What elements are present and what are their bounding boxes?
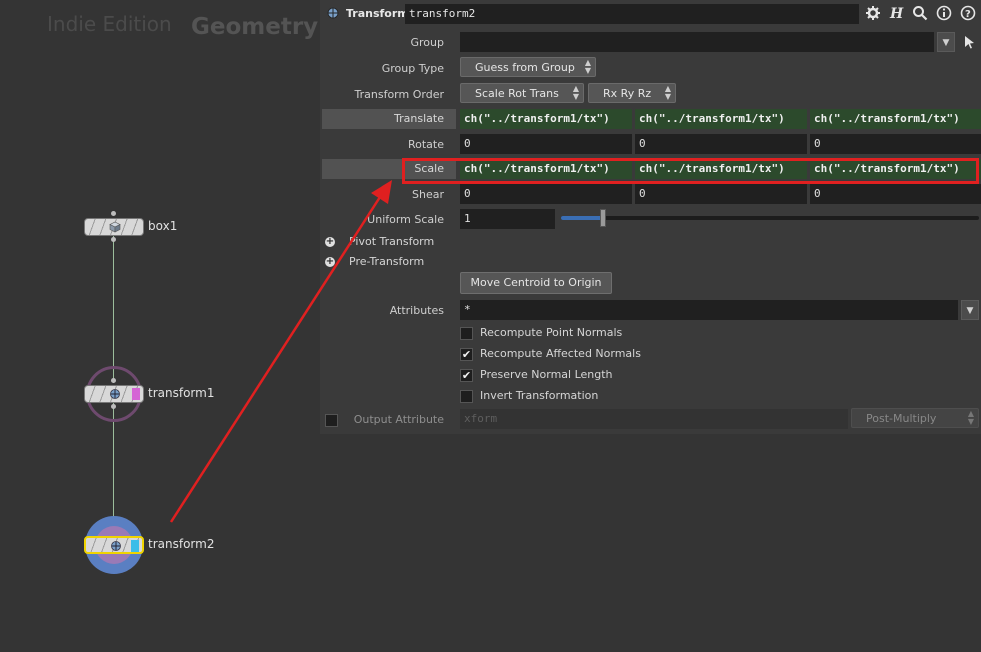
group-label: Group xyxy=(410,36,445,49)
translate-x-field[interactable]: ch("../transform1/tx") xyxy=(460,109,632,129)
output-attribute-label: Output Attribute xyxy=(353,413,444,426)
expand-plus-icon[interactable]: + xyxy=(325,257,335,267)
wire-box1-transform1 xyxy=(113,233,114,383)
node-name-field[interactable]: transform2 xyxy=(405,4,859,24)
recompute-affected-normals-label: Recompute Affected Normals xyxy=(480,347,641,360)
houdini-window: Indie Edition Geometry box1 transform1 t… xyxy=(0,0,981,652)
node-label-transform2: transform2 xyxy=(148,537,215,551)
transform-order-label: Transform Order xyxy=(354,88,444,101)
node-transform2[interactable] xyxy=(84,536,144,554)
gear-icon[interactable] xyxy=(865,5,881,21)
rotate-y-field[interactable]: 0 xyxy=(635,134,807,154)
uniform-scale-slider[interactable] xyxy=(561,209,979,227)
shear-y-field[interactable]: 0 xyxy=(635,184,807,204)
node-box1[interactable] xyxy=(84,218,144,236)
translate-y-field[interactable]: ch("../transform1/tx") xyxy=(635,109,807,129)
output-attribute-field[interactable]: xform xyxy=(460,409,848,429)
slider-fill xyxy=(561,216,603,220)
group-type-value: Guess from Group xyxy=(475,61,575,74)
help-h-icon[interactable]: H xyxy=(888,5,904,21)
output-connector[interactable] xyxy=(111,404,116,409)
invert-transformation-checkbox[interactable] xyxy=(460,390,473,403)
group-field[interactable] xyxy=(460,32,934,52)
updown-arrow-icon: ▲ ▼ xyxy=(664,84,671,101)
rotate-label: Rotate xyxy=(407,138,444,151)
attributes-menu-button[interactable]: ▼ xyxy=(961,300,979,320)
transform-icon xyxy=(327,7,339,19)
input-connector[interactable] xyxy=(111,378,116,383)
shear-x-field[interactable]: 0 xyxy=(460,184,632,204)
translate-z-field[interactable]: ch("../transform1/tx") xyxy=(810,109,981,129)
multiply-order-menu[interactable]: Post-Multiply ▲ ▼ xyxy=(851,408,979,428)
group-menu-button[interactable]: ▼ xyxy=(937,32,955,52)
recompute-point-normals-checkbox[interactable] xyxy=(460,327,473,340)
multiply-order-value: Post-Multiply xyxy=(866,412,937,425)
slider-handle[interactable] xyxy=(599,209,606,227)
parameter-header: Transform transform2 H ? xyxy=(320,0,981,28)
updown-arrow-icon: ▲ ▼ xyxy=(584,58,591,75)
translate-label: Translate xyxy=(322,109,456,129)
network-editor[interactable]: Indie Edition Geometry box1 transform1 t… xyxy=(0,0,320,652)
updown-arrow-icon: ▲ ▼ xyxy=(572,84,579,101)
annotation-highlight-box xyxy=(402,158,979,184)
transform-icon xyxy=(111,541,121,551)
node-label-transform1: transform1 xyxy=(148,386,215,400)
rotate-x-field[interactable]: 0 xyxy=(460,134,632,154)
node-label-box1: box1 xyxy=(148,219,178,233)
transform-order-menu[interactable]: Scale Rot Trans ▲ ▼ xyxy=(460,83,584,103)
preserve-normal-length-label: Preserve Normal Length xyxy=(480,368,613,381)
rotate-z-field[interactable]: 0 xyxy=(810,134,981,154)
rotation-order-menu[interactable]: Rx Ry Rz ▲ ▼ xyxy=(588,83,676,103)
edition-watermark: Indie Edition xyxy=(47,12,172,36)
svg-text:?: ? xyxy=(965,9,971,20)
uniform-scale-field[interactable]: 1 xyxy=(460,209,555,229)
pre-transform-folder[interactable]: Pre-Transform xyxy=(349,255,424,268)
network-context-label: Geometry xyxy=(191,14,319,40)
expand-plus-icon[interactable]: + xyxy=(325,237,335,247)
arrow-select-icon[interactable] xyxy=(961,34,977,50)
attributes-label: Attributes xyxy=(389,304,444,317)
output-connector[interactable] xyxy=(111,237,116,242)
node-transform1[interactable] xyxy=(84,385,144,403)
attributes-field[interactable]: * xyxy=(460,300,958,320)
updown-arrow-icon: ▲ ▼ xyxy=(967,409,974,426)
search-icon[interactable] xyxy=(912,5,928,21)
shear-z-field[interactable]: 0 xyxy=(810,184,981,204)
preserve-normal-length-checkbox[interactable]: ✔ xyxy=(460,369,473,382)
help-icon[interactable]: ? xyxy=(960,5,976,21)
transform-order-value: Scale Rot Trans xyxy=(475,87,559,100)
recompute-affected-normals-checkbox[interactable]: ✔ xyxy=(460,348,473,361)
group-type-label: Group Type xyxy=(381,62,444,75)
shear-label: Shear xyxy=(412,188,444,201)
invert-transformation-label: Invert Transformation xyxy=(480,389,599,402)
info-icon[interactable] xyxy=(936,5,952,21)
template-flag[interactable] xyxy=(132,388,140,400)
box-icon xyxy=(109,221,121,233)
svg-text:H: H xyxy=(889,6,904,21)
recompute-point-normals-label: Recompute Point Normals xyxy=(480,326,623,339)
pivot-transform-folder[interactable]: Pivot Transform xyxy=(349,235,434,248)
move-centroid-button[interactable]: Move Centroid to Origin xyxy=(460,272,612,294)
input-connector[interactable] xyxy=(111,211,116,216)
display-flag[interactable] xyxy=(131,540,139,552)
node-type-label: Transform xyxy=(346,7,409,20)
transform-icon xyxy=(110,389,120,399)
group-type-menu[interactable]: Guess from Group ▲ ▼ xyxy=(460,57,596,77)
uniform-scale-label: Uniform Scale xyxy=(367,213,444,226)
rotation-order-value: Rx Ry Rz xyxy=(603,87,652,100)
